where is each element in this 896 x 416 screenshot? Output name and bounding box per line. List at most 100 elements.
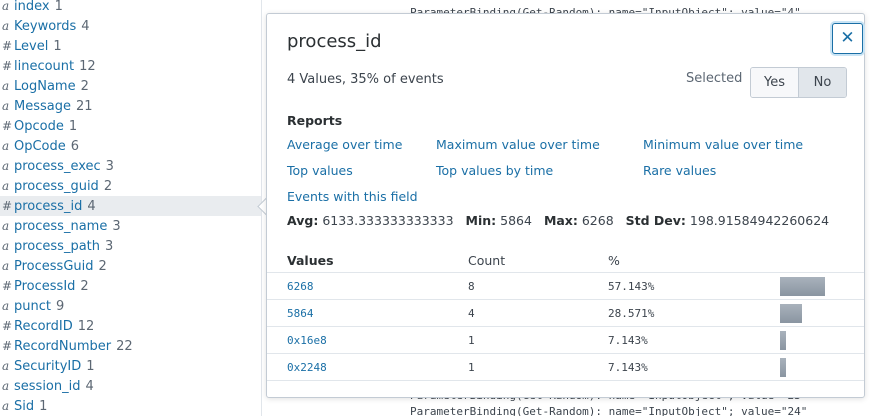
field-distinct-count: 4 — [81, 19, 90, 34]
report-top-values-by-time-link[interactable]: Top values by time — [436, 163, 553, 178]
field-list-item[interactable]: # linecount 12 — [0, 56, 261, 76]
value-link[interactable]: 0x16e8 — [287, 334, 327, 347]
report-rare-values-link[interactable]: Rare values — [643, 163, 716, 178]
number-type-icon: # — [2, 199, 13, 213]
close-icon: ✕ — [840, 28, 855, 48]
field-list-item[interactable]: a LogName 2 — [0, 76, 261, 96]
number-type-icon: # — [2, 319, 13, 333]
field-list-item[interactable]: a process_exec 3 — [0, 156, 261, 176]
field-list-item[interactable]: a process_name 3 — [0, 216, 261, 236]
field-list-item[interactable]: a index 1 — [0, 0, 261, 16]
field-distinct-count: 9 — [55, 299, 65, 314]
report-top-values-link[interactable]: Top values — [287, 163, 353, 178]
field-distinct-count: 22 — [116, 339, 133, 354]
field-list-item[interactable]: a Sid 1 — [0, 396, 261, 416]
field-stats: Avg: 6133.333333333333 Min: 5864 Max: 62… — [287, 213, 829, 228]
field-name[interactable]: index — [14, 0, 50, 14]
field-name[interactable]: Message — [14, 99, 71, 114]
field-list-item[interactable]: a session_id 4 — [0, 376, 261, 396]
field-distinct-count: 2 — [98, 259, 107, 274]
field-list-item[interactable]: a ProcessGuid 2 — [0, 256, 261, 276]
field-name[interactable]: Opcode — [14, 119, 64, 134]
string-type-icon: a — [2, 0, 10, 13]
field-list-item[interactable]: a OpCode 6 — [0, 136, 261, 156]
field-name[interactable]: Sid — [14, 399, 34, 414]
field-name[interactable]: process_id — [14, 199, 82, 214]
field-name[interactable]: process_guid — [14, 179, 99, 194]
field-list-item[interactable]: # RecordID 12 — [0, 316, 261, 336]
field-name[interactable]: Keywords — [14, 19, 76, 34]
min-value: 5864 — [500, 213, 532, 228]
field-name[interactable]: OpCode — [14, 139, 66, 154]
field-name[interactable]: RecordID — [14, 319, 73, 334]
field-list-item[interactable]: # Opcode 1 — [0, 116, 261, 136]
field-name[interactable]: linecount — [14, 59, 74, 74]
value-link[interactable]: 6268 — [287, 280, 314, 293]
number-type-icon: # — [2, 39, 13, 53]
field-name[interactable]: session_id — [14, 379, 81, 394]
field-list-item[interactable]: a SecurityID 1 — [0, 356, 261, 376]
field-list-item[interactable]: a Message 21 — [0, 96, 261, 116]
field-list-item[interactable]: a Keywords 4 — [0, 16, 261, 36]
field-name[interactable]: process_exec — [14, 159, 101, 174]
string-type-icon: a — [2, 79, 10, 93]
value-percent: 57.143% — [608, 280, 655, 293]
value-summary: 4 Values, 35% of events — [287, 72, 444, 87]
field-distinct-count: 2 — [103, 179, 113, 194]
value-count: 1 — [468, 334, 475, 347]
value-link[interactable]: 5864 — [287, 307, 314, 320]
field-distinct-count: 21 — [75, 99, 93, 114]
value-link[interactable]: 0x2248 — [287, 361, 327, 374]
string-type-icon: a — [2, 259, 10, 273]
std-dev-label: Std Dev: — [625, 213, 686, 228]
max-label: Max: — [543, 213, 578, 228]
value-count: 8 — [468, 280, 475, 293]
field-list-item[interactable]: a process_path 3 — [0, 236, 261, 256]
value-count: 1 — [468, 361, 475, 374]
field-list: a index 1 a Keywords 4 # Level 1 # linecount 12 a Log… — [0, 0, 262, 416]
report-maximum-over-time-link[interactable]: Maximum value over time — [436, 137, 600, 152]
field-distinct-count: 4 — [87, 199, 96, 214]
values-table-body: 6268 8 57.143% 5864 4 28.571% 0x16e8 1 7.143% 0x2… — [267, 273, 864, 381]
field-list-item[interactable]: # process_id 4 — [0, 196, 261, 216]
value-percent: 7.143% — [608, 334, 648, 347]
field-name[interactable]: SecurityID — [14, 359, 81, 374]
field-distinct-count: 12 — [77, 319, 95, 334]
field-name[interactable]: LogName — [14, 79, 76, 94]
string-type-icon: a — [2, 19, 10, 33]
field-distinct-count: 6 — [70, 139, 80, 154]
string-type-icon: a — [2, 179, 10, 193]
field-name[interactable]: ProcessId — [14, 279, 75, 294]
string-type-icon: a — [2, 99, 10, 113]
string-type-icon: a — [2, 399, 10, 413]
value-percent-bar — [780, 331, 786, 350]
report-minimum-over-time-link[interactable]: Minimum value over time — [643, 137, 803, 152]
values-table-header: Values Count % — [267, 249, 864, 273]
field-name[interactable]: process_name — [14, 219, 107, 234]
value-percent-bar — [780, 358, 786, 377]
field-summary-popover: process_id ✕ 4 Values, 35% of events Sel… — [266, 13, 865, 398]
field-list-item[interactable]: a process_guid 2 — [0, 176, 261, 196]
field-list-item[interactable]: # Level 1 — [0, 36, 261, 56]
selected-no-button[interactable]: No — [799, 68, 846, 97]
selected-yes-button[interactable]: Yes — [751, 68, 799, 97]
field-list-item[interactable]: # RecordNumber 22 — [0, 336, 261, 356]
events-with-field-link[interactable]: Events with this field — [287, 189, 418, 204]
selected-label: Selected — [686, 71, 743, 86]
field-name[interactable]: ProcessGuid — [14, 259, 94, 274]
field-name[interactable]: process_path — [14, 239, 100, 254]
field-list-item[interactable]: a punct 9 — [0, 296, 261, 316]
report-average-over-time-link[interactable]: Average over time — [287, 137, 402, 152]
field-list-item[interactable]: # ProcessId 2 — [0, 276, 261, 296]
value-row: 0x16e8 1 7.143% — [267, 327, 864, 354]
selected-toggle: Yes No — [750, 67, 847, 98]
number-type-icon: # — [2, 119, 13, 133]
popover-title: process_id — [287, 31, 382, 52]
field-distinct-count: 3 — [105, 239, 114, 254]
field-name[interactable]: RecordNumber — [14, 339, 111, 354]
avg-label: Avg: — [287, 213, 319, 228]
field-name[interactable]: punct — [14, 299, 51, 314]
close-button[interactable]: ✕ — [832, 23, 863, 54]
field-name[interactable]: Level — [14, 39, 48, 54]
field-distinct-count: 3 — [105, 159, 114, 174]
